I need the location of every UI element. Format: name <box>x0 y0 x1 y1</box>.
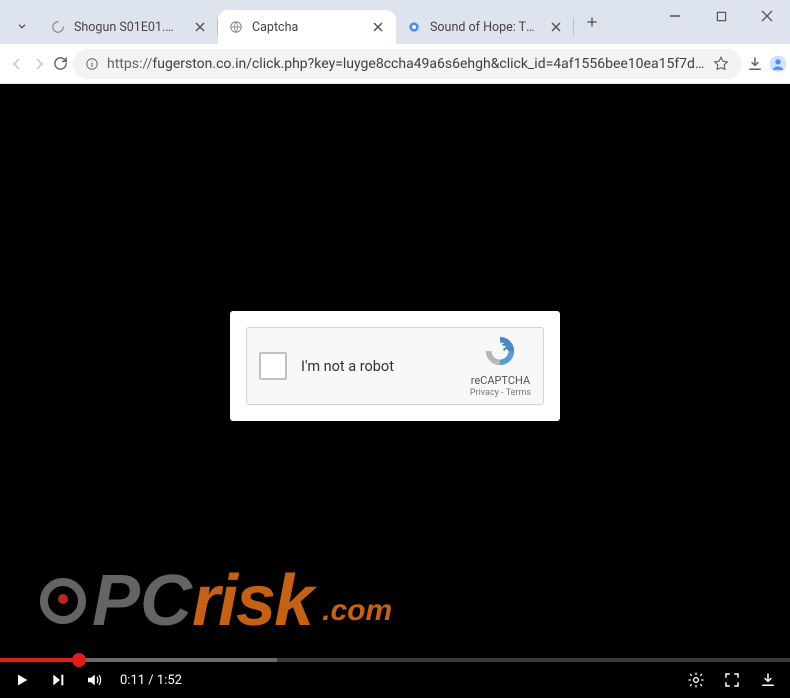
maximize-icon <box>716 11 727 22</box>
arrow-left-icon <box>8 55 26 73</box>
next-icon <box>50 672 66 688</box>
fullscreen-button[interactable] <box>722 670 742 690</box>
tab-search-dropdown[interactable] <box>8 12 36 40</box>
tab-shogun[interactable]: Shogun S01E01.mp4 <box>40 10 218 44</box>
tab-sound-of-hope[interactable]: Sound of Hope: The Story o… <box>396 10 574 44</box>
site-info-icon[interactable] <box>85 57 99 71</box>
downloads-button[interactable] <box>746 48 764 80</box>
fullscreen-icon <box>723 671 741 689</box>
url-text: https://fugerston.co.in/click.php?key=lu… <box>107 56 704 72</box>
window-close-button[interactable] <box>744 0 790 32</box>
tab-strip: Shogun S01E01.mp4 Captcha Sound of Hope:… <box>40 8 574 44</box>
bookmark-star-icon[interactable] <box>712 55 730 73</box>
plus-icon <box>585 15 599 29</box>
tab-close-button[interactable] <box>370 19 386 35</box>
window-maximize-button[interactable] <box>698 0 744 32</box>
play-button[interactable] <box>12 670 32 690</box>
minimize-icon <box>669 10 681 22</box>
reload-icon <box>52 55 69 72</box>
close-icon <box>373 22 383 32</box>
next-button[interactable] <box>48 670 68 690</box>
window-controls <box>652 0 790 32</box>
tab-title: Sound of Hope: The Story o… <box>430 20 540 35</box>
nav-reload-button[interactable] <box>52 48 69 80</box>
tab-title: Captcha <box>252 20 362 35</box>
play-icon <box>14 672 30 688</box>
tab-close-button[interactable] <box>548 19 564 35</box>
download-icon <box>759 671 777 689</box>
globe-icon <box>228 19 244 35</box>
nav-back-button[interactable] <box>8 48 26 80</box>
browser-titlebar: Shogun S01E01.mp4 Captcha Sound of Hope:… <box>0 0 790 44</box>
volume-button[interactable] <box>84 670 104 690</box>
download-icon <box>746 55 764 73</box>
captcha-brand: reCAPTCHA Privacy - Terms <box>470 334 531 398</box>
close-icon <box>761 10 773 22</box>
recaptcha-icon <box>483 334 517 368</box>
download-video-button[interactable] <box>758 670 778 690</box>
settings-button[interactable] <box>686 670 706 690</box>
page-viewport: I'm not a robot reCAPTCHA Privacy - Term… <box>0 84 790 698</box>
address-bar: https://fugerston.co.in/click.php?key=lu… <box>0 44 790 84</box>
url-input[interactable]: https://fugerston.co.in/click.php?key=lu… <box>73 49 742 79</box>
arrow-right-icon <box>30 55 48 73</box>
avatar-icon <box>768 54 788 74</box>
watermark-eye-icon <box>40 578 86 624</box>
site-favicon-icon <box>406 19 422 35</box>
profile-button[interactable] <box>768 48 788 80</box>
tab-title: Shogun S01E01.mp4 <box>74 20 184 35</box>
gear-icon <box>687 671 705 689</box>
tab-captcha[interactable]: Captcha <box>218 10 396 44</box>
captcha-terms-link[interactable]: Terms <box>506 388 531 398</box>
close-icon <box>551 22 561 32</box>
captcha-card: I'm not a robot reCAPTCHA Privacy - Term… <box>230 311 560 421</box>
pcrisk-watermark: P C risk .com <box>40 574 392 628</box>
captcha-checkbox[interactable] <box>259 352 287 380</box>
loading-spinner-icon <box>50 19 66 35</box>
captcha-privacy-link[interactable]: Privacy <box>470 388 499 398</box>
player-controls: 0:11 / 1:52 <box>0 662 790 698</box>
new-tab-button[interactable] <box>578 8 606 36</box>
captcha-label: I'm not a robot <box>301 358 456 375</box>
tab-close-button[interactable] <box>192 19 208 35</box>
chevron-down-icon <box>15 19 29 33</box>
window-minimize-button[interactable] <box>652 0 698 32</box>
nav-forward-button[interactable] <box>30 48 48 80</box>
volume-icon <box>85 671 103 689</box>
close-icon <box>195 22 205 32</box>
captcha-widget: I'm not a robot reCAPTCHA Privacy - Term… <box>246 327 544 405</box>
player-time: 0:11 / 1:52 <box>120 673 182 688</box>
